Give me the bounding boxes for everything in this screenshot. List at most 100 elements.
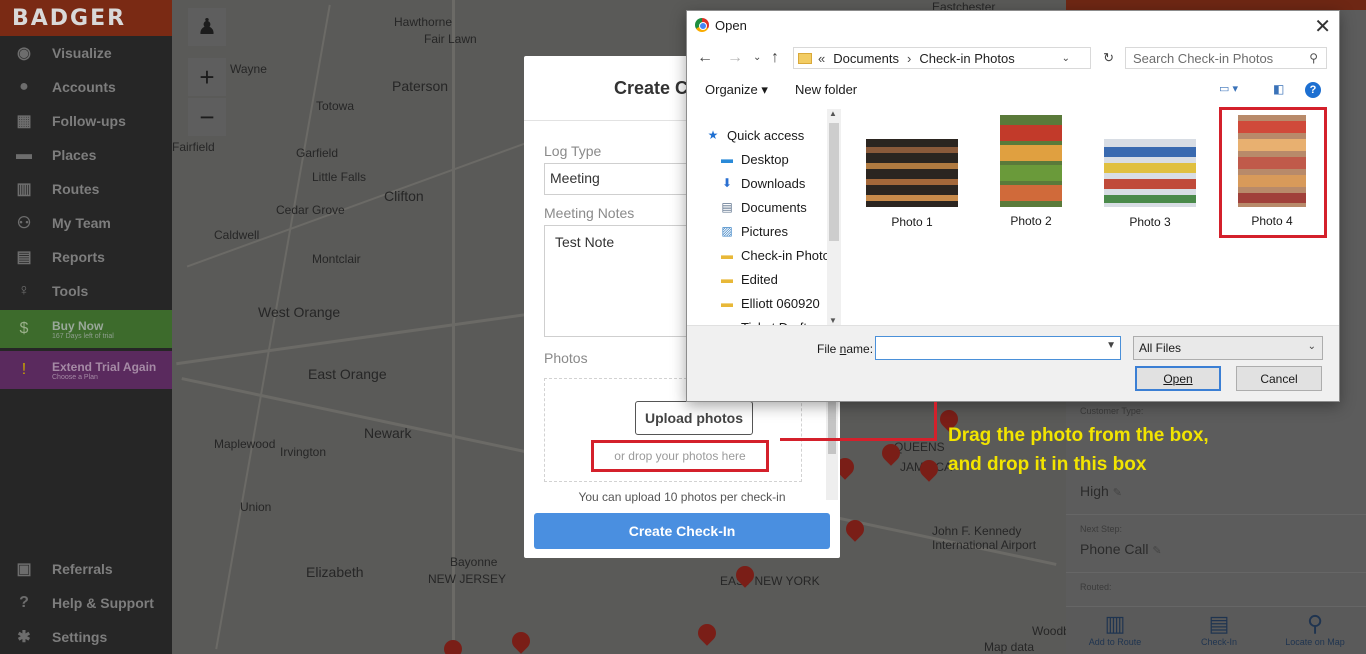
add-to-route-button[interactable]: ▥ Add to Route <box>1080 611 1150 647</box>
document-icon: ▤ <box>721 200 733 214</box>
sidebar-item-label: Tools <box>52 283 89 299</box>
folder-icon: ▬ <box>721 296 733 310</box>
report-icon: ▤ <box>16 249 32 266</box>
map-label: Cedar Grove <box>276 203 345 217</box>
chrome-icon <box>695 18 709 32</box>
open-button[interactable]: Open <box>1135 366 1221 391</box>
sidebar: BADGER ◉ Visualize ● Accounts ▦ Follow-ups ▬ Pl… <box>0 0 172 654</box>
chevron-down-icon[interactable]: ⌄ <box>1062 53 1070 64</box>
dialog-footer: File name: ▼ All Files ⌄ Open Cancel <box>687 325 1339 401</box>
store-icon: ▬ <box>16 146 32 163</box>
new-folder-button[interactable]: New folder <box>795 82 857 97</box>
view-options-icon[interactable]: ▭ ▾ <box>1219 82 1238 95</box>
sidebar-item-referrals[interactable]: ▣ Referrals <box>0 552 172 586</box>
tree-item-desktop[interactable]: ▬Desktop⊥ <box>705 147 841 171</box>
locate-on-map-button[interactable]: ⚲ Locate on Map <box>1280 611 1350 647</box>
sidebar-item-visualize[interactable]: ◉ Visualize <box>0 36 172 70</box>
locate-icon: ⚲ <box>1306 611 1324 636</box>
photo-thumbnail <box>1000 115 1062 207</box>
annotation-connector <box>934 402 937 441</box>
sidebar-item-follow-ups[interactable]: ▦ Follow-ups <box>0 104 172 138</box>
preview-pane-icon[interactable]: ◧ <box>1273 82 1284 96</box>
zoom-out-button[interactable]: − <box>188 98 226 136</box>
extend-trial-title: Extend Trial Again <box>52 359 157 374</box>
sidebar-item-accounts[interactable]: ● Accounts <box>0 70 172 104</box>
map-label: Maplewood <box>214 437 276 451</box>
breadcrumb-documents[interactable]: Documents <box>833 51 899 66</box>
drop-photos-hint[interactable]: or drop your photos here <box>591 440 769 472</box>
back-arrow-icon[interactable]: ← <box>697 49 713 67</box>
help-icon[interactable]: ? <box>1305 82 1321 98</box>
tree-item-downloads[interactable]: ⬇Downloads⊥ <box>705 171 841 195</box>
photo-thumbnail <box>866 139 958 207</box>
sidebar-item-help-support[interactable]: ? Help & Support <box>0 586 172 620</box>
map-label: Woodb <box>1032 624 1066 638</box>
edit-icon[interactable]: ✎ <box>1152 545 1161 557</box>
sidebar-item-label: Routes <box>52 181 100 197</box>
street-view-icon[interactable]: ♟ <box>188 8 226 46</box>
tree-item-pictures[interactable]: ▨Pictures⊥ <box>705 219 841 243</box>
up-arrow-icon[interactable]: ↑ <box>771 49 779 67</box>
sidebar-item-reports[interactable]: ▤ Reports <box>0 240 172 274</box>
recent-dropdown-icon[interactable]: ⌄ <box>753 52 761 63</box>
tree-scrollbar[interactable]: ▲ ▼ <box>827 109 841 325</box>
file-photo-2[interactable]: Photo 2 <box>976 115 1086 228</box>
tools-icon: ♀ <box>18 282 30 299</box>
chevron-down-icon[interactable]: ▼ <box>1106 340 1116 351</box>
next-step-value[interactable]: Phone Call ✎ <box>1080 541 1162 557</box>
file-photo-3[interactable]: Photo 3 <box>1095 115 1205 229</box>
file-photo-1[interactable]: Photo 1 <box>857 115 967 229</box>
map-label: Fairfield <box>172 140 215 154</box>
tree-item-check-in-photos[interactable]: ▬ Check-in Photos <box>705 243 841 267</box>
selected-file-highlight <box>1219 107 1327 238</box>
tree-item-elliott-060920[interactable]: ▬ Elliott 060920 <box>705 291 841 315</box>
extend-trial-button[interactable]: ! Extend Trial Again Choose a Plan <box>0 351 172 389</box>
sidebar-item-tools[interactable]: ♀ Tools <box>0 274 172 308</box>
sidebar-item-label: Help & Support <box>52 595 154 611</box>
tree-item-edited[interactable]: ▬ Edited <box>705 267 841 291</box>
eye-icon: ◉ <box>17 45 31 62</box>
file-name-input[interactable]: ▼ <box>875 336 1121 360</box>
customer-type-value[interactable]: High ✎ <box>1080 483 1122 499</box>
organize-menu[interactable]: Organize ▾ <box>705 82 768 98</box>
extend-trial-subtitle: Choose a Plan <box>52 373 98 381</box>
buy-now-subtitle: 167 Days left of trial <box>52 332 114 340</box>
gift-icon: ▣ <box>16 561 32 578</box>
map-label: John F. Kennedy International Airport <box>932 524 1037 552</box>
address-bar[interactable]: « Documents › Check-in Photos ⌄ ↻ <box>793 47 1114 69</box>
file-type-select[interactable]: All Files ⌄ <box>1133 336 1323 360</box>
zoom-in-button[interactable]: + <box>188 58 226 96</box>
map-plus-icon: ▥ <box>1104 611 1126 636</box>
close-icon[interactable]: ✕ <box>1314 14 1331 39</box>
photo-thumbnail <box>1104 139 1196 207</box>
sidebar-item-label: Visualize <box>52 45 112 61</box>
edit-icon[interactable]: ✎ <box>1113 487 1122 499</box>
map-label: Bayonne <box>450 555 498 569</box>
check-in-button[interactable]: ▤ Check-In <box>1184 611 1254 647</box>
breadcrumb-check-in-photos[interactable]: Check-in Photos <box>919 51 1014 66</box>
sidebar-item-routes[interactable]: ▥ Routes <box>0 172 172 206</box>
account-actions: ▥ Add to Route ▤ Check-In ⚲ Locate on Map <box>1066 606 1366 654</box>
sidebar-nav: ◉ Visualize ● Accounts ▦ Follow-ups ▬ Places ▥ Ro… <box>0 36 172 308</box>
sidebar-item-settings[interactable]: ✱ Settings <box>0 620 172 654</box>
annotation-callout: Drag the photo from the box, and drop it… <box>948 425 1209 475</box>
search-input[interactable]: Search Check-in Photos ⚲ <box>1125 47 1327 69</box>
app-logo[interactable]: BADGER <box>0 0 172 36</box>
upload-photos-button[interactable]: Upload photos <box>635 401 753 435</box>
map-label: Hawthorne <box>394 15 453 29</box>
sidebar-item-label: Places <box>52 147 97 163</box>
cancel-button[interactable]: Cancel <box>1236 366 1322 391</box>
create-checkin-button[interactable]: Create Check-In <box>534 513 830 549</box>
sidebar-item-my-team[interactable]: ⚇ My Team <box>0 206 172 240</box>
map-label: Paterson <box>392 78 449 94</box>
search-icon: ⚲ <box>1309 51 1318 65</box>
meeting-notes-label: Meeting Notes <box>544 205 635 221</box>
map-label: Garfield <box>296 146 339 160</box>
tree-item-quick-access[interactable]: ★ Quick access <box>705 123 841 147</box>
map-label: Map data ©2020 <box>984 640 1035 654</box>
refresh-icon[interactable]: ↻ <box>1103 50 1114 66</box>
tree-item-documents[interactable]: ▤Documents⊥ <box>705 195 841 219</box>
sidebar-item-places[interactable]: ▬ Places <box>0 138 172 172</box>
forward-arrow-icon[interactable]: → <box>727 49 743 67</box>
buy-now-button[interactable]: $ Buy Now 167 Days left of trial <box>0 310 172 348</box>
